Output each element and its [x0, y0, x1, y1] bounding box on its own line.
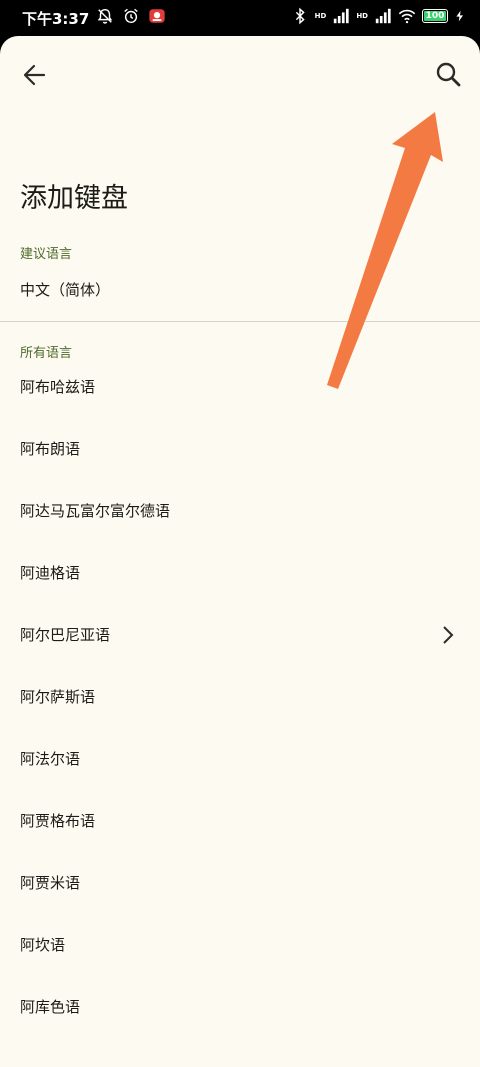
- language-label: 阿库色语: [20, 998, 81, 1016]
- all-languages-header: 所有语言: [20, 346, 73, 361]
- suggested-languages-header: 建议语言: [20, 247, 73, 262]
- language-label: 阿迪格语: [20, 564, 81, 582]
- language-label: 阿达马瓦富尔富尔德语: [20, 502, 171, 520]
- suggested-language-item[interactable]: 中文（简体）: [0, 267, 480, 317]
- language-item[interactable]: 阿达马瓦富尔富尔德语: [0, 488, 480, 538]
- language-item[interactable]: 阿法尔语: [0, 736, 480, 786]
- network-type-1: HD: [314, 12, 327, 20]
- language-item[interactable]: 阿迪格语: [0, 550, 480, 600]
- divider: [0, 321, 480, 322]
- language-label: 阿贾米语: [20, 874, 81, 892]
- language-item[interactable]: 阿尔巴尼亚语: [0, 612, 480, 662]
- page-title: 添加键盘: [20, 183, 128, 214]
- bluetooth-icon: [295, 7, 305, 25]
- language-label: 阿坎语: [20, 936, 66, 954]
- mute-bell-icon: [97, 8, 113, 24]
- language-item[interactable]: 阿坎语: [0, 922, 480, 972]
- language-label: 阿贾格布语: [20, 812, 96, 830]
- language-item[interactable]: 阿库色语: [0, 984, 480, 1034]
- search-icon[interactable]: [432, 58, 466, 92]
- language-label: 阿布哈兹语: [20, 378, 96, 396]
- status-right-icons: HD HD 100: [291, 7, 466, 25]
- language-label: 阿法尔语: [20, 750, 81, 768]
- alarm-icon: [124, 8, 138, 24]
- chevron-right-icon: [443, 626, 454, 644]
- language-item[interactable]: 阿贾格布语: [0, 798, 480, 848]
- signal-icon: [334, 8, 349, 24]
- status-left-icons: [96, 7, 166, 25]
- language-item[interactable]: 阿尔萨斯语: [0, 674, 480, 724]
- status-time: 下午3:37: [22, 10, 90, 28]
- network-type-2: HD: [356, 12, 368, 20]
- language-item[interactable]: 阿布朗语: [0, 426, 480, 476]
- status-bar: 下午3:37 HD HD 100: [0, 0, 480, 36]
- wifi-icon: [398, 9, 416, 24]
- back-arrow-icon[interactable]: [18, 58, 52, 92]
- language-label: 阿尔巴尼亚语: [20, 626, 111, 644]
- language-item[interactable]: 阿布哈兹语: [0, 364, 480, 414]
- top-app-bar: [0, 36, 480, 116]
- add-keyboard-screen: 添加键盘 建议语言 中文（简体） 所有语言 阿布哈兹语阿布朗语阿达马瓦富尔富尔德…: [0, 36, 480, 1067]
- charging-icon: [456, 10, 463, 22]
- signal-icon-2: [375, 8, 391, 24]
- battery-indicator: 100: [422, 9, 448, 23]
- language-label: 阿尔萨斯语: [20, 688, 96, 706]
- language-label: 中文（简体）: [20, 281, 111, 299]
- app-notification-icon: [149, 9, 165, 23]
- language-item[interactable]: 阿贾米语: [0, 860, 480, 910]
- battery-level: 100: [425, 11, 445, 21]
- language-label: 阿布朗语: [20, 440, 81, 458]
